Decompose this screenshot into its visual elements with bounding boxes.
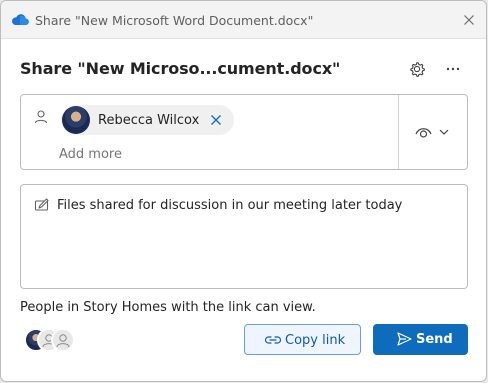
avatar (62, 106, 90, 134)
add-more-input[interactable] (59, 145, 259, 163)
recipients-field[interactable]: Rebecca Wilcox (20, 94, 468, 170)
send-button[interactable]: Send (373, 324, 468, 355)
share-dialog: Share "New Microsoft Word Document.docx"… (0, 0, 487, 382)
chevron-down-icon (439, 129, 449, 135)
eye-icon (415, 128, 432, 138)
gear-icon[interactable] (406, 58, 428, 80)
shared-with-avatars[interactable] (24, 328, 78, 354)
link-settings-text[interactable]: People in Story Homes with the link can … (20, 300, 316, 315)
copy-link-label: Copy link (285, 333, 346, 348)
more-horizontal-icon[interactable] (442, 58, 464, 80)
onedrive-cloud-icon (12, 14, 29, 26)
link-icon (264, 336, 282, 344)
send-label: Send (416, 332, 453, 347)
close-icon[interactable] (459, 10, 479, 30)
message-field[interactable]: Files shared for discussion in our meeti… (20, 184, 468, 289)
recipient-name: Rebecca Wilcox (98, 113, 200, 128)
person-icon (56, 334, 70, 348)
permission-dropdown[interactable] (411, 121, 457, 143)
message-text: Files shared for discussion in our meeti… (57, 198, 403, 213)
edit-icon (34, 198, 49, 211)
avatar-placeholder (51, 328, 75, 352)
send-icon (397, 332, 412, 346)
close-icon[interactable] (208, 112, 224, 128)
recipient-chip[interactable]: Rebecca Wilcox (61, 105, 234, 135)
divider (398, 95, 399, 169)
window-title: Share "New Microsoft Word Document.docx" (35, 13, 314, 28)
page-title: Share "New Microso...cument.docx" (20, 59, 341, 78)
copy-link-button[interactable]: Copy link (244, 324, 361, 355)
title-bar: Share "New Microsoft Word Document.docx" (1, 1, 486, 39)
person-icon (34, 110, 48, 124)
